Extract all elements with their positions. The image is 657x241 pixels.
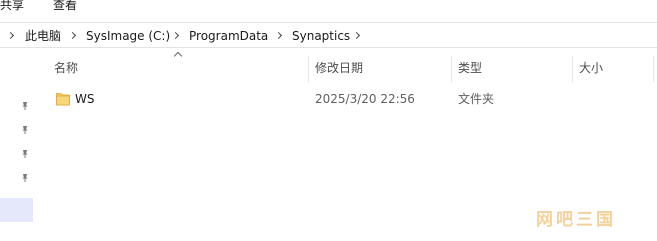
column-header-row: 名称 修改日期 类型 大小 [0,56,657,82]
column-header-name[interactable]: 名称 [54,60,78,76]
chevron-right-icon[interactable] [274,31,283,40]
pin-icon[interactable] [20,125,30,135]
breadcrumb-programdata[interactable]: ProgramData [189,28,268,44]
chevron-right-icon[interactable] [68,31,77,40]
chevron-right-icon[interactable] [171,31,180,40]
column-divider[interactable] [308,56,309,82]
ribbon-divider [0,22,657,23]
chevron-right-icon[interactable] [352,31,361,40]
folder-icon [56,93,70,106]
column-divider[interactable] [572,56,573,82]
tab-share[interactable]: 共享 [0,0,24,13]
file-explorer-window: 共享 查看 此电脑 SysImage (C:) ProgramData Syna… [0,0,657,241]
column-divider[interactable] [653,56,654,82]
tab-view[interactable]: 查看 [53,0,77,13]
chevron-right-icon[interactable] [6,31,15,40]
address-bar[interactable]: 此电脑 SysImage (C:) ProgramData Synaptics [0,25,657,48]
nav-pane-selected-item[interactable] [0,198,33,222]
file-name[interactable]: WS [75,91,94,107]
column-header-modified[interactable]: 修改日期 [315,60,363,76]
pin-icon[interactable] [20,149,30,159]
breadcrumb-this-pc[interactable]: 此电脑 [25,28,61,44]
pin-icon[interactable] [20,101,30,111]
breadcrumb-synaptics[interactable]: Synaptics [292,28,350,44]
file-row[interactable]: WS 2025/3/20 22:56 文件夹 [48,88,608,110]
column-divider[interactable] [451,56,452,82]
pin-icon[interactable] [20,173,30,183]
column-header-type[interactable]: 类型 [458,60,482,76]
file-modified-date: 2025/3/20 22:56 [315,92,415,106]
watermark-logo: 网吧三国 [536,210,616,230]
column-header-size[interactable]: 大小 [579,60,603,76]
breadcrumb-drive-c[interactable]: SysImage (C:) [86,28,170,44]
ribbon: 共享 查看 [0,0,657,18]
file-type: 文件夹 [458,92,495,106]
